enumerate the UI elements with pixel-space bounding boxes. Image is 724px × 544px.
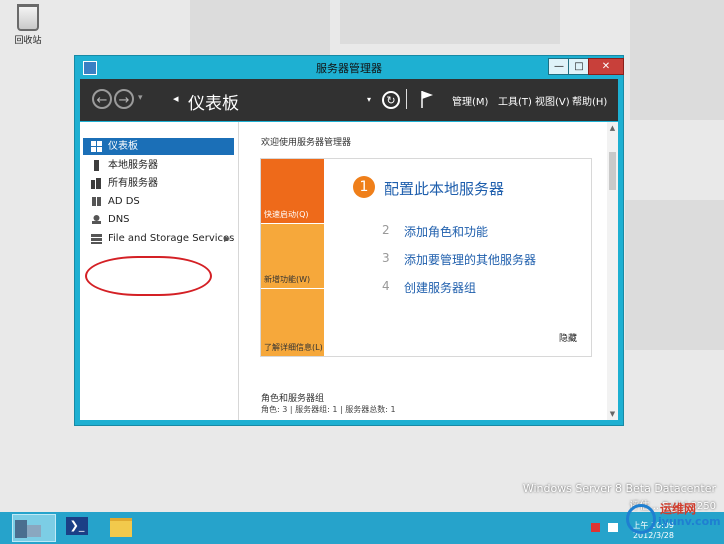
main-panel: 欢迎使用服务器管理器 快速启动(Q) 新增功能(W) 了解详细信息(L) 1 配… — [239, 122, 607, 420]
flag-icon[interactable] — [420, 90, 434, 108]
ad-ds-icon — [92, 197, 101, 206]
sidebar-item-label: DNS — [108, 214, 130, 225]
taskbar-server-manager[interactable] — [12, 514, 56, 542]
task-add-servers[interactable]: 添加要管理的其他服务器 — [404, 251, 536, 268]
server-manager-taskbar-icon — [15, 520, 27, 538]
sidebar-item-local-server[interactable]: 本地服务器 — [83, 157, 234, 174]
sidebar-item-file-storage[interactable]: File and Storage Services ▶ — [83, 230, 234, 247]
action-center-icon[interactable] — [591, 523, 600, 532]
sidebar-item-all-servers[interactable]: 所有服务器 — [83, 175, 234, 192]
window-title: 服务器管理器 — [316, 62, 382, 75]
scrollbar-thumb[interactable] — [609, 152, 616, 190]
task-configure-local-server[interactable]: 配置此本地服务器 — [384, 178, 504, 199]
server-manager-window: 服务器管理器 — □ ✕ ← → ▾ ◂ 仪表板 ▾ ↻ 管理(M) 工具(T)… — [75, 56, 624, 425]
menu-help[interactable]: 帮助(H) — [572, 93, 607, 108]
refresh-dropdown-icon[interactable]: ▾ — [367, 95, 371, 104]
sidebar-item-label: File and Storage Services — [108, 233, 235, 244]
tile-quick-start[interactable]: 快速启动(Q) — [261, 159, 324, 223]
minimize-button[interactable]: — — [548, 58, 570, 75]
forward-arrow-icon[interactable]: → — [114, 89, 134, 109]
breadcrumb: 仪表板 — [188, 94, 239, 114]
sidebar-item-label: 本地服务器 — [108, 160, 158, 171]
tile-whats-new[interactable]: 新增功能(W) — [261, 224, 324, 288]
recycle-bin[interactable]: 回收站 — [8, 4, 48, 46]
task-number: 4 — [382, 279, 390, 293]
servers-icon — [91, 178, 101, 189]
welcome-title: 欢迎使用服务器管理器 — [261, 138, 352, 148]
desktop-shape — [630, 0, 724, 120]
os-watermark: Windows Server 8 Beta Datacenter — [522, 482, 716, 495]
taskbar: ❯_ 上午 10:09 2012/3/28 — [0, 512, 724, 544]
refresh-icon[interactable]: ↻ — [382, 91, 400, 109]
back-arrow-icon[interactable]: ← — [92, 89, 112, 109]
chevron-right-icon[interactable]: ▶ — [224, 230, 230, 247]
server-icon — [94, 160, 99, 171]
sidebar-item-ad-ds[interactable]: AD DS — [83, 193, 234, 210]
sidebar-item-label: 仪表板 — [108, 141, 138, 152]
tile-learn-more[interactable]: 了解详细信息(L) — [261, 289, 324, 356]
desktop-shape — [190, 0, 330, 58]
quick-start-panel: 快速启动(Q) 新增功能(W) 了解详细信息(L) 1 配置此本地服务器 2 添… — [260, 158, 592, 357]
logo-text-en: iyunv.com — [658, 515, 721, 528]
scroll-up-icon[interactable]: ▲ — [607, 124, 618, 132]
title-bar[interactable]: 服务器管理器 — □ ✕ — [75, 56, 624, 78]
close-button[interactable]: ✕ — [588, 58, 624, 75]
history-dropdown-icon[interactable]: ▾ — [138, 93, 143, 103]
highlight-annotation — [85, 256, 212, 296]
sidebar: 仪表板 本地服务器 所有服务器 AD DS DNS File and Stora… — [80, 122, 239, 420]
vertical-scrollbar[interactable]: ▲ ▼ — [607, 122, 618, 420]
divider — [406, 89, 407, 109]
task-number: 3 — [382, 251, 390, 265]
recycle-bin-icon — [17, 4, 39, 31]
desktop-shape — [625, 200, 724, 350]
dns-icon — [92, 215, 101, 224]
sidebar-item-dns[interactable]: DNS — [83, 211, 234, 228]
dashboard-icon — [91, 141, 102, 152]
tile-label: 快速启动(Q) — [264, 210, 309, 219]
task-number: 2 — [382, 223, 390, 237]
roles-section-title: 角色和服务器组 — [261, 394, 325, 404]
maximize-button[interactable]: □ — [568, 58, 590, 75]
scroll-down-icon[interactable]: ▼ — [607, 410, 618, 418]
file-explorer-icon[interactable] — [110, 518, 132, 537]
task-create-server-group[interactable]: 创建服务器组 — [404, 279, 476, 296]
content-area: 仪表板 本地服务器 所有服务器 AD DS DNS File and Stora… — [80, 122, 618, 420]
sidebar-item-dashboard[interactable]: 仪表板 — [83, 138, 234, 155]
tile-label: 新增功能(W) — [264, 275, 311, 284]
powershell-icon[interactable]: ❯_ — [66, 517, 88, 535]
menu-view[interactable]: 视图(V) — [535, 93, 570, 108]
hide-link[interactable]: 隐藏 — [559, 331, 577, 344]
sidebar-item-label: 所有服务器 — [108, 178, 158, 189]
task-add-roles[interactable]: 添加角色和功能 — [404, 223, 488, 240]
site-logo: 运维网 iyunv.com — [626, 496, 721, 540]
storage-icon — [91, 234, 102, 244]
logo-mark-icon — [626, 504, 656, 534]
network-icon[interactable] — [608, 523, 618, 532]
roles-summary: 角色: 3 | 服务器组: 1 | 服务器总数: 1 — [261, 405, 396, 414]
server-manager-taskbar-icon-part — [27, 525, 41, 537]
menu-tools[interactable]: 工具(T) — [498, 93, 532, 108]
desktop-shape — [340, 0, 560, 44]
command-bar: ← → ▾ ◂ 仪表板 ▾ ↻ 管理(M) 工具(T) 视图(V) 帮助(H) — [80, 79, 618, 121]
recycle-bin-label: 回收站 — [14, 36, 42, 46]
tile-label: 了解详细信息(L) — [264, 343, 323, 352]
breadcrumb-chevron-icon: ◂ — [173, 92, 179, 105]
task-number: 1 — [353, 176, 375, 198]
sidebar-item-label: AD DS — [108, 196, 140, 207]
menu-manage[interactable]: 管理(M) — [452, 93, 488, 108]
